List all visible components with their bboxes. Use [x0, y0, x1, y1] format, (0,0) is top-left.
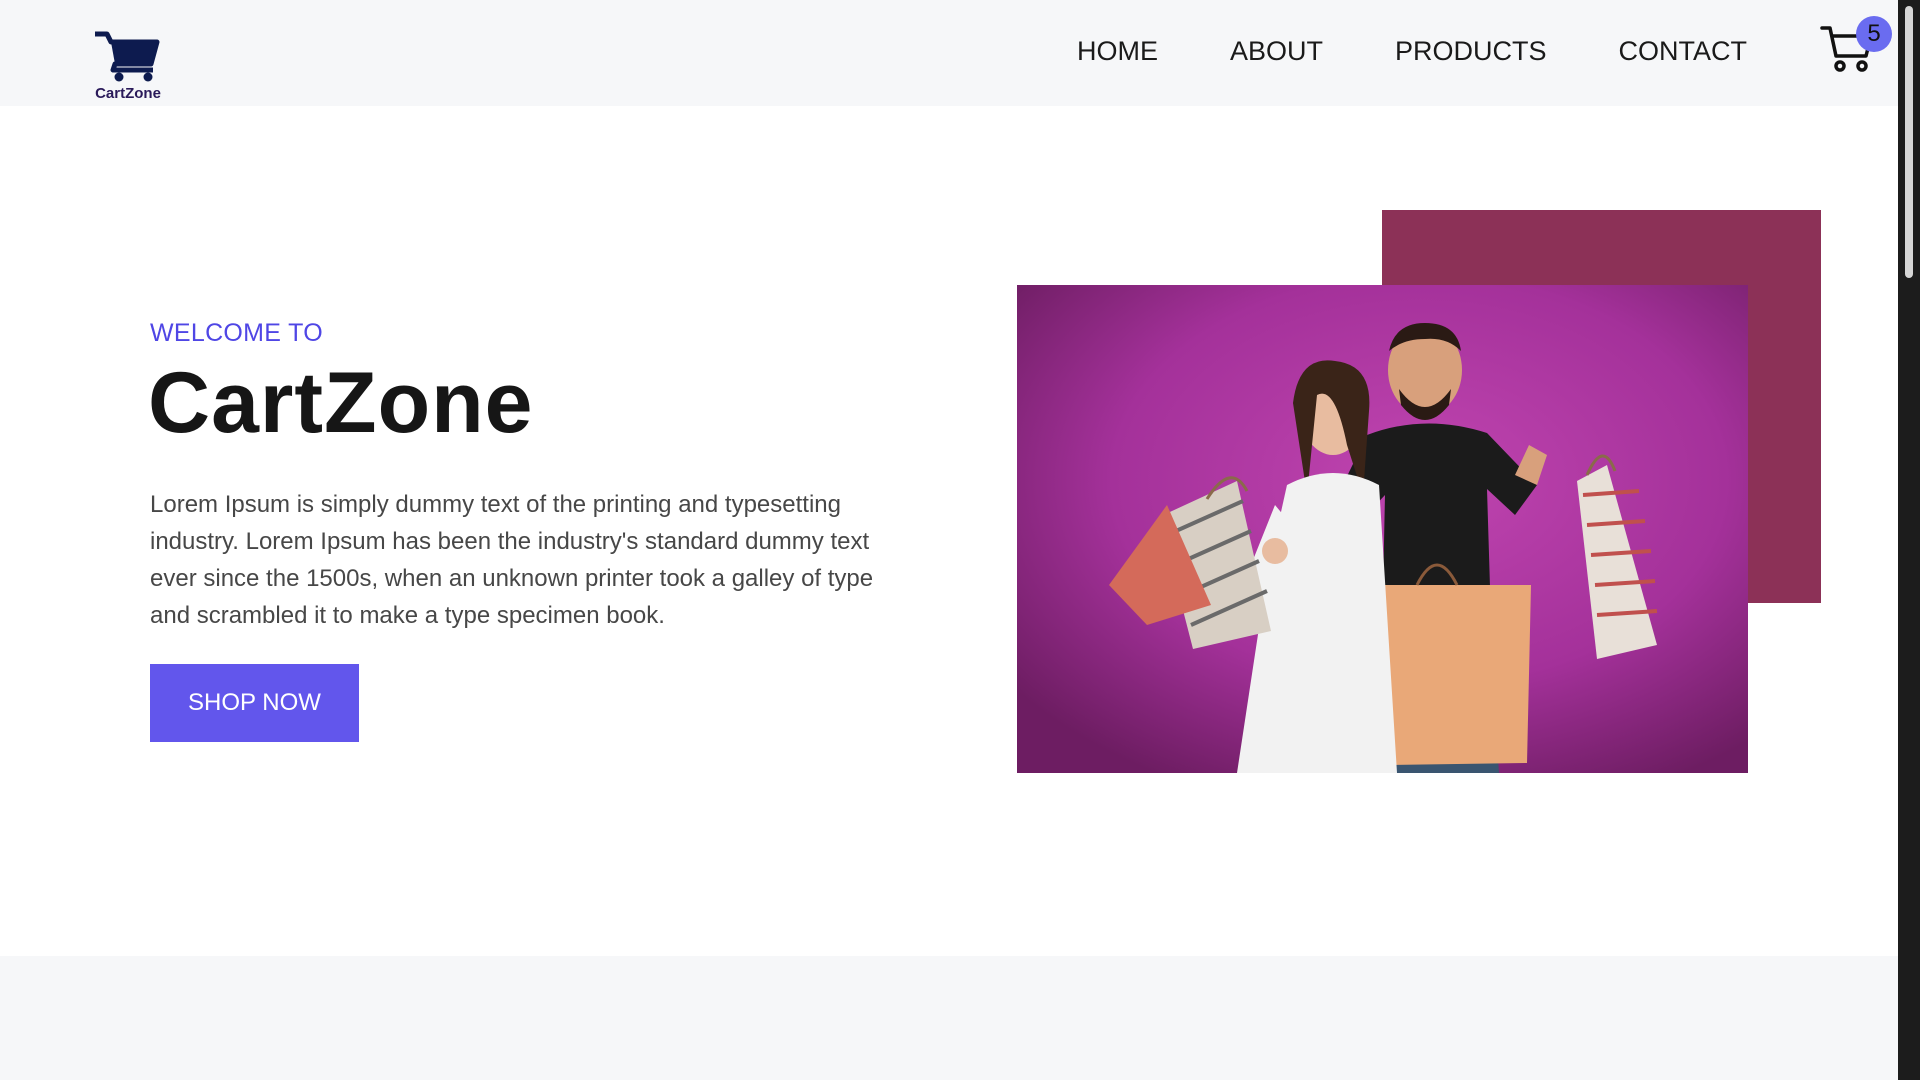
hero-section: WELCOME TO CartZone Lorem Ipsum is simpl…: [0, 106, 1898, 956]
page-scrollbar[interactable]: [1898, 0, 1920, 1080]
scrollbar-thumb[interactable]: [1905, 6, 1913, 278]
cart-count-badge: 5: [1856, 16, 1892, 52]
nav-about[interactable]: ABOUT: [1230, 36, 1323, 67]
welcome-text: WELCOME TO: [150, 319, 323, 347]
hero-description: Lorem Ipsum is simply dummy text of the …: [150, 491, 874, 629]
shop-now-button[interactable]: SHOP NOW: [150, 664, 359, 742]
logo-link[interactable]: CartZone: [88, 30, 168, 102]
logo-text: CartZone: [95, 85, 161, 102]
next-section: [0, 956, 1898, 1080]
main-nav: HOME ABOUT PRODUCTS CONTACT: [1077, 36, 1747, 67]
navbar: CartZone HOME ABOUT PRODUCTS CONTACT 5: [0, 0, 1898, 106]
nav-home[interactable]: HOME: [1077, 36, 1158, 67]
cart-button[interactable]: 5: [1814, 16, 1894, 76]
couple-shopping-illustration: [1017, 285, 1748, 773]
hero-title: CartZone: [148, 355, 534, 451]
shopping-cart-icon: [95, 31, 160, 82]
nav-contact[interactable]: CONTACT: [1619, 36, 1748, 67]
hero-image: [1017, 285, 1748, 773]
nav-products[interactable]: PRODUCTS: [1395, 36, 1547, 67]
